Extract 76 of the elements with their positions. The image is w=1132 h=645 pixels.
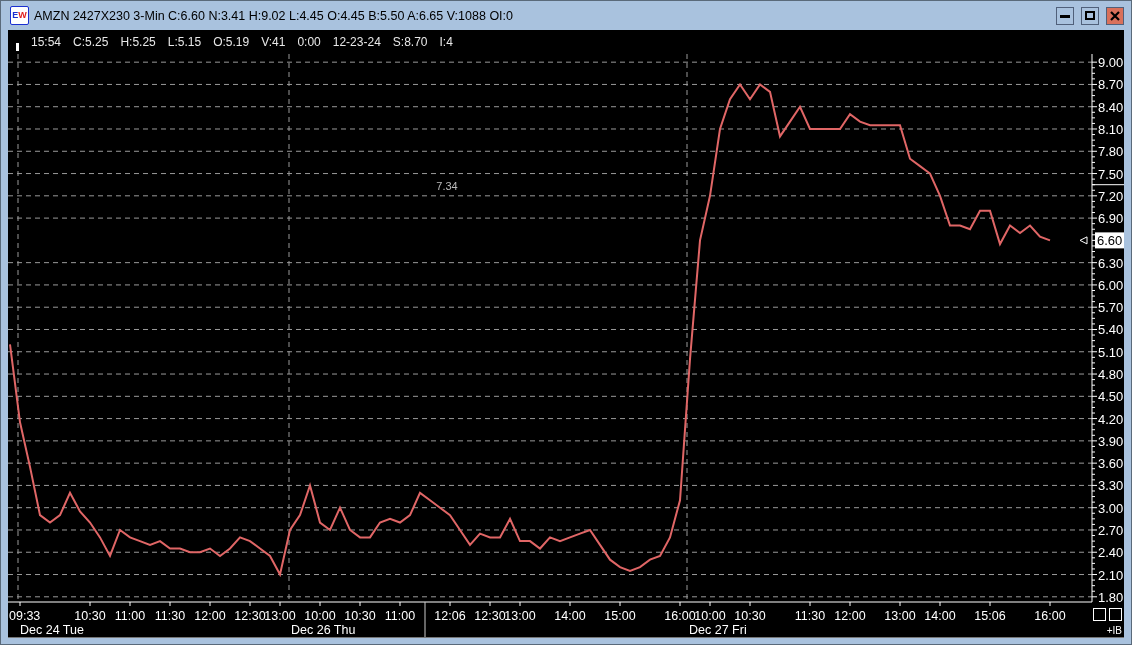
y-tick-label: 3.30 [1098, 478, 1124, 494]
x-tick-label: 10:30 [344, 609, 376, 623]
x-tick-label: 16:00 [1034, 609, 1066, 623]
info-value: S:8.70 [392, 35, 428, 49]
y-tick-label: 4.20 [1098, 411, 1124, 427]
last-price-label: 6.60 [1095, 232, 1124, 249]
info-value: C:5.25 [73, 35, 109, 49]
x-tick-label: 12:30 [474, 609, 506, 623]
date-label: Dec 27 Fri [689, 623, 747, 637]
x-tick-label: 12:30 [234, 609, 266, 623]
y-tick-label: 8.10 [1098, 122, 1124, 137]
y-tick-label: 2.10 [1098, 567, 1124, 583]
square-icon[interactable] [1093, 608, 1106, 621]
y-tick-label: 8.70 [1098, 77, 1124, 93]
x-tick-label: 11:00 [114, 609, 146, 623]
window-title: AMZN 2427X230 3-Min C:6.60 N:3.41 H:9.02 L:4.45 O:4.45 B:5.50 A:6.65 V:1088 OI:0 [34, 8, 514, 23]
y-tick-label: 5.10 [1098, 344, 1124, 360]
app-logo: EW [10, 6, 29, 25]
x-tick-label: 13:00 [264, 609, 296, 623]
x-tick-label: 15:06 [974, 609, 1006, 623]
y-tick-label: 4.80 [1098, 367, 1124, 383]
square-icon[interactable] [1109, 608, 1122, 621]
maximize-icon [1085, 11, 1095, 20]
x-tick-label: 16:00 [664, 609, 696, 623]
date-label: Dec 24 Tue [20, 623, 84, 637]
x-tick-label: 13:00 [504, 609, 536, 623]
y-tick-label: 9.00 [1098, 55, 1124, 71]
y-tick-label: 1.80 [1098, 589, 1124, 605]
maximize-button[interactable] [1081, 6, 1099, 25]
y-tick-label: 7.80 [1098, 144, 1124, 160]
minimize-icon [1060, 13, 1070, 18]
x-tick-label: 11:30 [794, 609, 826, 623]
info-value: 12-23-24 [332, 35, 381, 49]
y-tick-label: 3.90 [1098, 433, 1124, 449]
y-tick-label: 5.40 [1098, 322, 1124, 338]
x-tick-label: 09:33 [9, 609, 41, 623]
x-tick-label: 14:00 [554, 609, 586, 623]
y-tick-label: 4.50 [1098, 389, 1124, 405]
date-label: Dec 26 Thu [291, 623, 356, 637]
price-note: 7.34 [436, 179, 458, 192]
x-tick-label: 12:06 [434, 609, 466, 623]
minimize-button[interactable] [1056, 6, 1074, 25]
y-tick-label: 5.70 [1098, 300, 1124, 316]
y-tick-label: 6.00 [1098, 277, 1124, 293]
x-tick-label: 10:00 [694, 609, 726, 623]
corner-label: +IB [1106, 625, 1122, 636]
info-value: 0:00 [297, 35, 321, 49]
x-tick-label: 11:00 [384, 609, 416, 623]
x-tick-label: 11:30 [154, 609, 186, 623]
price-pointer-icon [1079, 236, 1088, 245]
info-value: I:4 [439, 35, 453, 49]
x-tick-label: 15:00 [604, 609, 636, 623]
close-icon [1110, 10, 1120, 21]
info-value: 15:54 [31, 35, 62, 49]
y-tick-label: 8.40 [1098, 99, 1124, 115]
y-tick-label: 7.20 [1098, 188, 1124, 204]
y-tick-label: 7.50 [1098, 166, 1124, 182]
x-tick-label: 10:30 [74, 609, 106, 623]
y-tick-label: 2.40 [1098, 545, 1124, 561]
x-tick-label: 10:00 [304, 609, 336, 623]
y-tick-label: 3.00 [1098, 500, 1124, 516]
close-button[interactable] [1106, 6, 1124, 25]
info-value: L:5.15 [167, 35, 202, 49]
info-value: V:41 [261, 35, 286, 49]
x-tick-label: 12:00 [194, 609, 226, 623]
x-tick-label: 12:00 [834, 609, 866, 623]
y-tick-label: 6.30 [1098, 255, 1124, 271]
info-value: H:5.25 [120, 35, 156, 49]
y-tick-label: 3.60 [1098, 456, 1124, 472]
x-tick-label: 10:30 [734, 609, 766, 623]
info-value: O:5.19 [213, 35, 250, 49]
x-tick-label: 13:00 [884, 609, 916, 623]
x-tick-label: 14:00 [924, 609, 956, 623]
y-tick-label: 2.70 [1098, 522, 1124, 538]
y-tick-label: 6.90 [1098, 211, 1124, 227]
cursor-marker-icon [16, 43, 19, 51]
